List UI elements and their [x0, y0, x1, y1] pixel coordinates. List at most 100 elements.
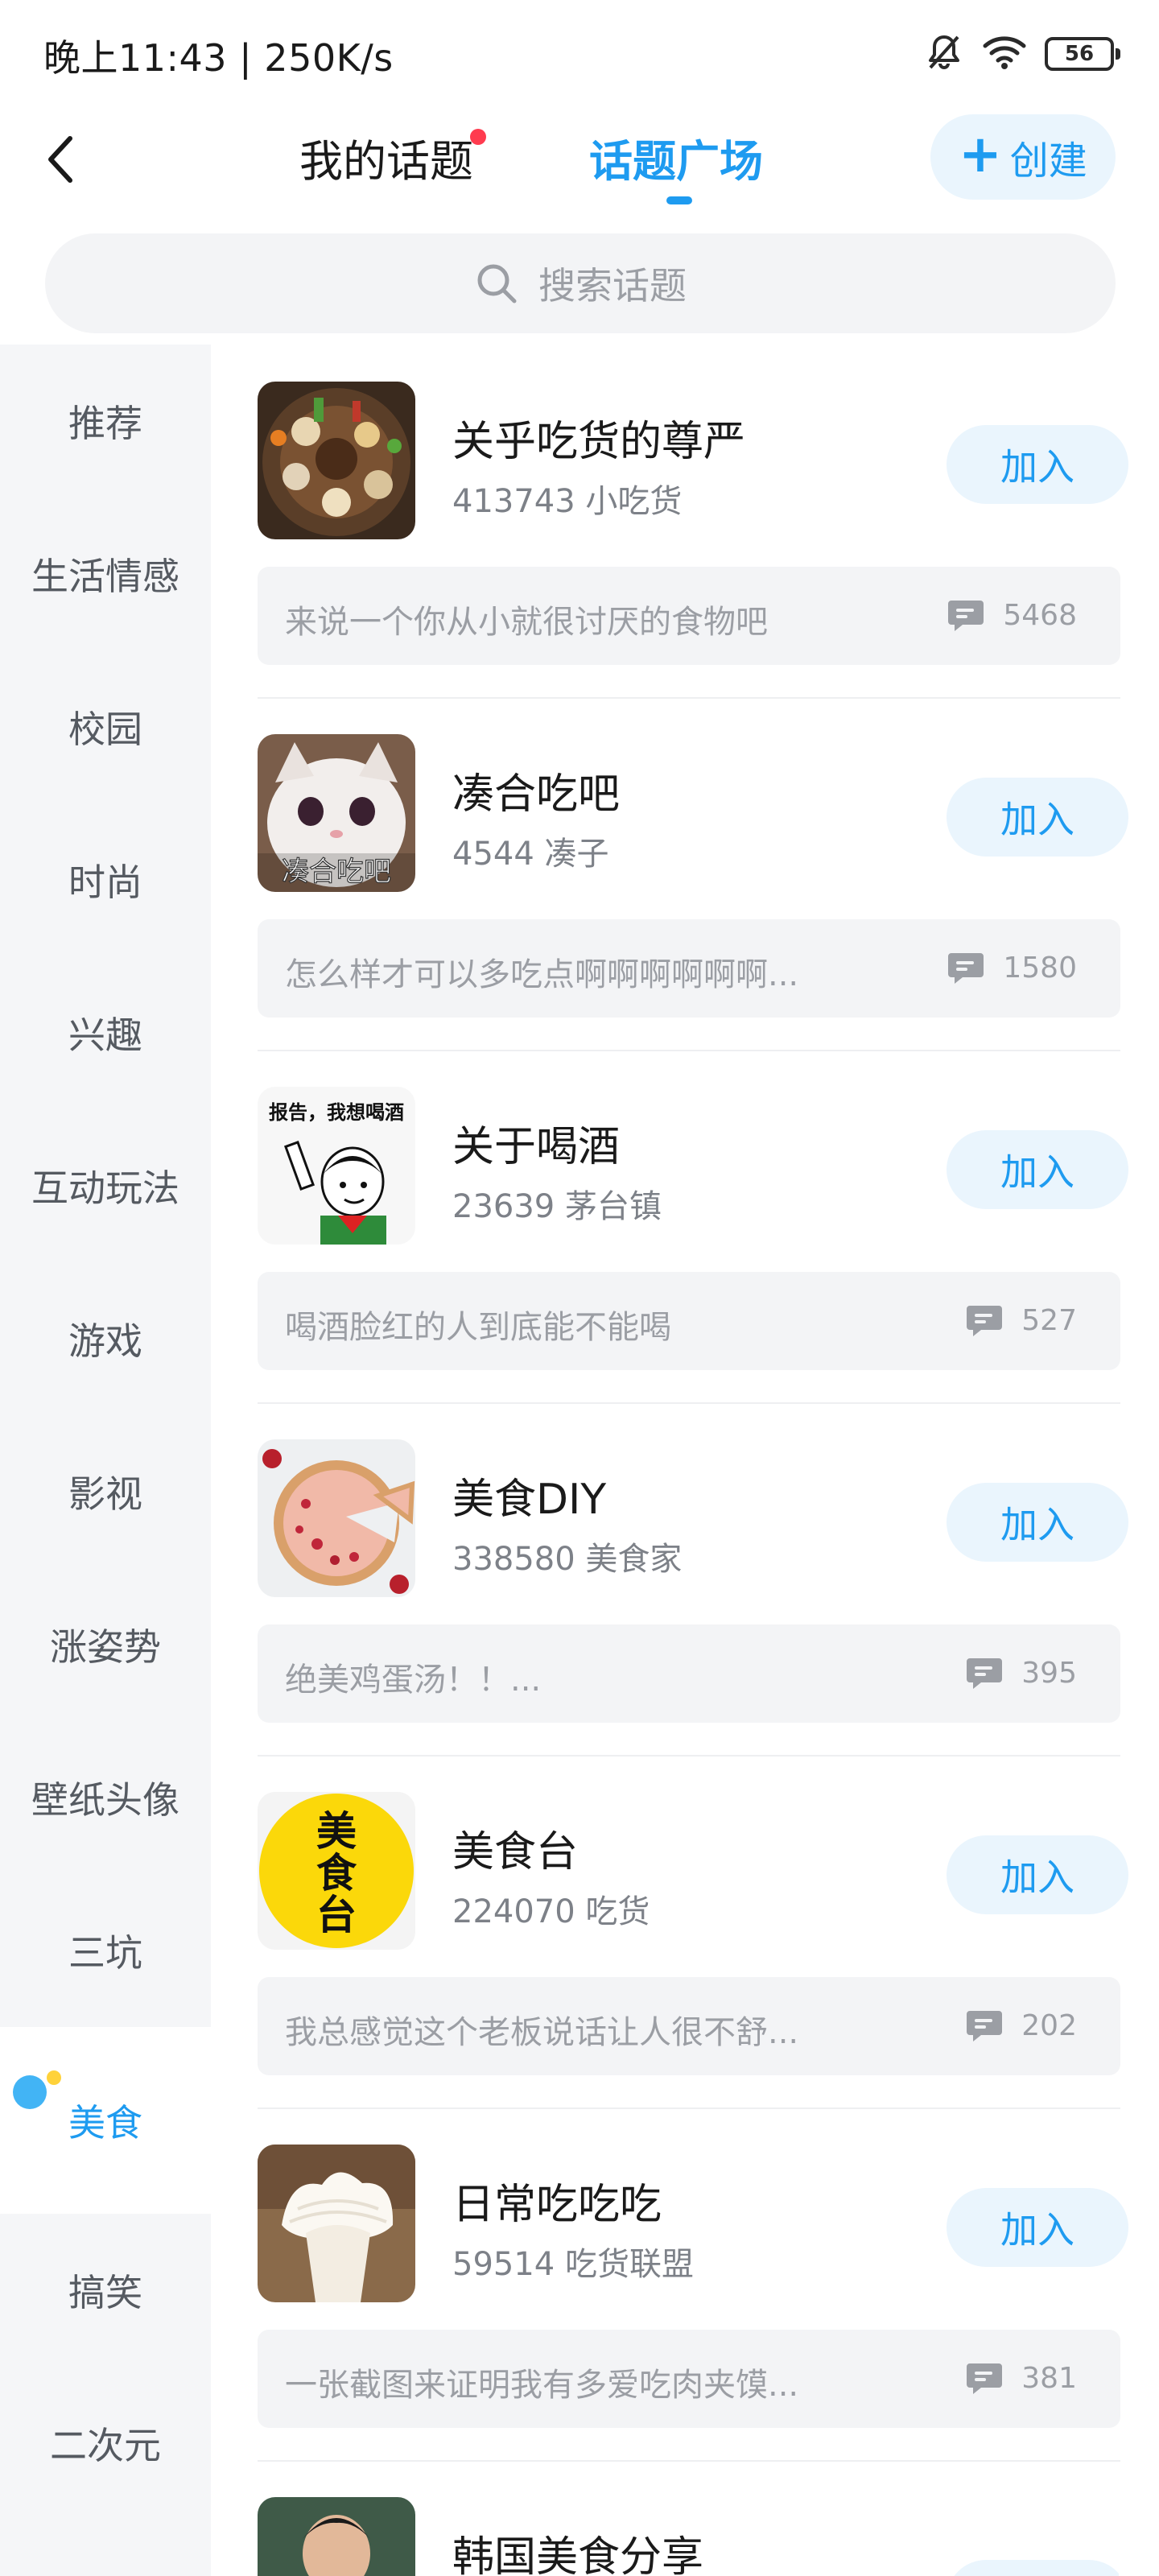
- tab-topic-square[interactable]: 话题广场: [589, 126, 763, 189]
- sidebar-item-recommend[interactable]: 推荐: [0, 345, 211, 497]
- sidebar-item-fashion[interactable]: 时尚: [0, 803, 211, 956]
- topic-title: 美食台: [452, 1828, 579, 1876]
- sidebar-item-funny[interactable]: 搞笑: [0, 2214, 211, 2367]
- sidebar-item-games[interactable]: 游戏: [0, 1262, 211, 1415]
- search-icon: [477, 264, 517, 303]
- post-preview: 喝酒脸红的人到底能不能喝: [285, 1309, 671, 1346]
- topic-thumbnail: [258, 2145, 415, 2302]
- topic-item[interactable]: 韩国美食分享 加入: [258, 2460, 1119, 2576]
- topic-title: 日常吃吃吃: [452, 2181, 662, 2229]
- join-button[interactable]: 加入: [947, 1835, 1128, 1914]
- join-button[interactable]: 加入: [947, 1130, 1128, 1209]
- battery-icon: 56: [1045, 37, 1120, 71]
- comment-icon: [967, 2363, 1003, 2394]
- header: 我的话题 话题广场 + 创建: [0, 105, 1159, 217]
- topic-item[interactable]: 美 食 台 美食台 224070 吃货 加入 我总感觉这个老板说话让人很不舒..…: [258, 1755, 1128, 2109]
- create-label: 创建: [1009, 138, 1087, 184]
- sidebar-item-interest[interactable]: 兴趣: [0, 956, 211, 1109]
- plus-icon: +: [959, 125, 1002, 184]
- join-button[interactable]: 加入: [947, 1483, 1128, 1562]
- category-sidebar: 推荐 生活情感 校园 时尚 兴趣 互动玩法 游戏 影视 涨姿势 壁纸头像 三坑 …: [0, 345, 211, 2576]
- join-button[interactable]: 加入: [947, 2188, 1128, 2267]
- comment-count: 527: [1021, 1303, 1077, 1337]
- topic-thumbnail: 凑合吃吧: [258, 734, 415, 892]
- active-indicator-spark: [47, 2070, 61, 2085]
- sidebar-item-knowledge[interactable]: 涨姿势: [0, 1568, 211, 1721]
- topic-title: 韩国美食分享: [452, 2533, 704, 2576]
- topic-item[interactable]: 报告，我想喝酒 关于喝酒 23639 茅台镇 加入 喝酒脸红的人到底能不能喝 5…: [258, 1050, 1128, 1404]
- status-time: 晚上11:43 | 250K/s: [43, 36, 394, 80]
- active-indicator-dot: [13, 2075, 47, 2109]
- comment-count-wrap: 202: [965, 2008, 1077, 2043]
- bell-muted-icon: [924, 32, 964, 76]
- post-preview: 一张截图来证明我有多爱吃肉夹馍...: [285, 2367, 799, 2404]
- sidebar-item-campus[interactable]: 校园: [0, 650, 211, 803]
- topic-item[interactable]: 日常吃吃吃 59514 吃货联盟 加入 一张截图来证明我有多爱吃肉夹馍... 3…: [258, 2107, 1128, 2462]
- status-icons: 56: [924, 32, 1120, 76]
- logo-char-1: 美: [316, 1807, 357, 1855]
- search-input[interactable]: 搜索话题: [45, 233, 1116, 333]
- topic-members: 4544 凑子: [452, 836, 609, 873]
- topic-members: 413743 小吃货: [452, 483, 683, 520]
- sidebar-item-interactive[interactable]: 互动玩法: [0, 1109, 211, 1262]
- logo-char-2: 食: [316, 1849, 357, 1897]
- comment-count-wrap: 5468: [947, 597, 1077, 633]
- comment-count: 395: [1021, 1656, 1077, 1690]
- sidebar-item-life[interactable]: 生活情感: [0, 497, 211, 650]
- sidebar-item-food[interactable]: 美食: [0, 2027, 211, 2214]
- topic-thumbnail: [258, 1439, 415, 1597]
- comment-icon: [967, 1306, 1003, 1336]
- join-button[interactable]: 加入: [947, 778, 1128, 857]
- sidebar-item-anime[interactable]: 二次元: [0, 2367, 211, 2520]
- comment-count: 381: [1021, 2361, 1077, 2395]
- search-placeholder: 搜索话题: [538, 264, 687, 308]
- topic-members: 224070 吃货: [452, 1893, 650, 1930]
- comment-count-wrap: 1580: [947, 950, 1077, 985]
- sidebar-item-sankeng[interactable]: 三坑: [0, 1874, 211, 2027]
- comment-count: 5468: [1003, 598, 1077, 632]
- sidebar-item-wallpaper[interactable]: 壁纸头像: [0, 1721, 211, 1874]
- join-button[interactable]: 加入: [947, 425, 1128, 504]
- topic-item[interactable]: 美食DIY 338580 美食家 加入 绝美鸡蛋汤！！... 395: [258, 1402, 1128, 1757]
- topic-thumbnail: 美 食 台: [258, 1792, 415, 1950]
- status-bar: 晚上11:43 | 250K/s 56: [0, 0, 1159, 105]
- topic-title: 凑合吃吧: [452, 770, 621, 819]
- create-button[interactable]: + 创建: [930, 114, 1116, 200]
- sidebar-item-movies[interactable]: 影视: [0, 1415, 211, 1568]
- comment-count-wrap: 527: [965, 1302, 1077, 1338]
- topic-members: 59514 吃货联盟: [452, 2246, 694, 2283]
- topic-hot-post[interactable]: 我总感觉这个老板说话让人很不舒... 202: [258, 1977, 1120, 2075]
- topic-title: 关乎吃货的尊严: [452, 418, 746, 466]
- post-preview: 绝美鸡蛋汤！！...: [285, 1662, 542, 1699]
- logo-char-3: 台: [316, 1891, 357, 1938]
- post-preview: 我总感觉这个老板说话让人很不舒...: [285, 2014, 799, 2051]
- topic-thumbnail: [258, 382, 415, 539]
- topic-thumbnail: [258, 2497, 415, 2576]
- topic-hot-post[interactable]: 来说一个你从小就很讨厌的食物吧 5468: [258, 567, 1120, 665]
- wifi-icon: [982, 35, 1027, 73]
- comment-icon: [948, 601, 984, 631]
- notification-dot: [470, 129, 486, 145]
- topic-members: 23639 茅台镇: [452, 1188, 662, 1225]
- thumb-caption: 凑合吃吧: [282, 856, 391, 888]
- comment-count: 1580: [1003, 951, 1077, 985]
- active-tab-indicator: [666, 196, 692, 204]
- comment-count-wrap: 381: [965, 2360, 1077, 2396]
- comment-icon: [967, 2011, 1003, 2041]
- post-preview: 怎么样才可以多吃点啊啊啊啊啊啊...: [285, 956, 799, 993]
- join-button[interactable]: 加入: [947, 2560, 1119, 2576]
- topic-hot-post[interactable]: 喝酒脸红的人到底能不能喝 527: [258, 1272, 1120, 1370]
- comment-icon: [948, 953, 984, 984]
- chevron-left-icon: [48, 136, 72, 183]
- comment-icon: [967, 1658, 1003, 1689]
- topic-title: 关于喝酒: [452, 1123, 621, 1171]
- topic-hot-post[interactable]: 绝美鸡蛋汤！！... 395: [258, 1624, 1120, 1723]
- topic-item[interactable]: 关乎吃货的尊严 413743 小吃货 加入 来说一个你从小就很讨厌的食物吧 54…: [258, 345, 1128, 699]
- topic-hot-post[interactable]: 一张截图来证明我有多爱吃肉夹馍... 381: [258, 2330, 1120, 2428]
- tab-my-topics[interactable]: 我的话题: [299, 126, 473, 189]
- topic-item[interactable]: 凑合吃吧 凑合吃吧 4544 凑子 加入 怎么样才可以多吃点啊啊啊啊啊啊... …: [258, 697, 1128, 1051]
- back-button[interactable]: [32, 127, 89, 192]
- topic-hot-post[interactable]: 怎么样才可以多吃点啊啊啊啊啊啊... 1580: [258, 919, 1120, 1018]
- topic-title: 美食DIY: [452, 1476, 607, 1524]
- thumb-caption: 报告，我想喝酒: [269, 1101, 404, 1124]
